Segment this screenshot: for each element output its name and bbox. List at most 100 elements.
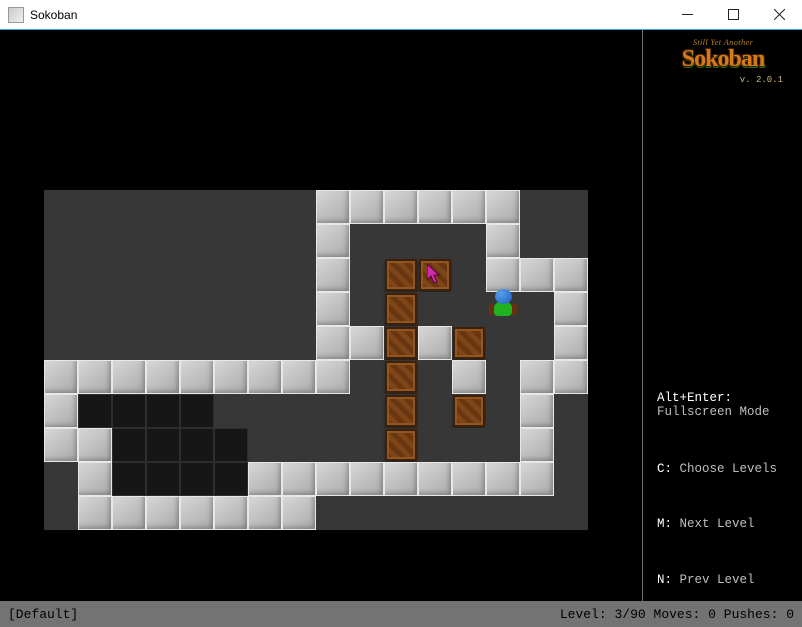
crate bbox=[385, 327, 417, 359]
board-cell bbox=[418, 258, 452, 292]
board-cell bbox=[112, 360, 146, 394]
board-cell bbox=[180, 394, 214, 428]
board-cell bbox=[384, 462, 418, 496]
board-cell bbox=[316, 190, 350, 224]
board-cell bbox=[350, 462, 384, 496]
board-cell bbox=[520, 428, 554, 462]
board-cell bbox=[554, 496, 588, 530]
board-cell bbox=[282, 462, 316, 496]
crate bbox=[385, 293, 417, 325]
board-cell bbox=[44, 292, 78, 326]
board-cell bbox=[112, 496, 146, 530]
board-cell bbox=[520, 224, 554, 258]
board-cell bbox=[520, 496, 554, 530]
board-cell bbox=[418, 428, 452, 462]
board-cell bbox=[214, 326, 248, 360]
help-next-level: M: Next Level bbox=[657, 517, 777, 531]
board-cell bbox=[350, 190, 384, 224]
board-cell bbox=[214, 428, 248, 462]
board-cell bbox=[384, 258, 418, 292]
keyboard-help: Alt+Enter: Fullscreen Mode C: Choose Lev… bbox=[657, 362, 777, 627]
board-cell bbox=[146, 292, 180, 326]
board-cell bbox=[384, 326, 418, 360]
board-cell bbox=[384, 496, 418, 530]
board-cell bbox=[520, 326, 554, 360]
board-cell bbox=[418, 496, 452, 530]
crate bbox=[385, 429, 417, 461]
board-cell bbox=[180, 326, 214, 360]
board-cell bbox=[146, 326, 180, 360]
board-cell bbox=[78, 326, 112, 360]
logo-version: v. 2.0.1 bbox=[657, 75, 789, 85]
game-logo: Still Yet Another Sokoban v. 2.0.1 bbox=[657, 38, 789, 86]
board-cell bbox=[350, 496, 384, 530]
board-cell bbox=[146, 394, 180, 428]
board-cell bbox=[350, 326, 384, 360]
board-cell bbox=[282, 428, 316, 462]
board-cell bbox=[554, 292, 588, 326]
board-cell bbox=[520, 394, 554, 428]
board-cell bbox=[316, 224, 350, 258]
board-cell bbox=[146, 360, 180, 394]
board-cell bbox=[214, 258, 248, 292]
board-cell bbox=[350, 292, 384, 326]
status-bar: [Default] Level: 3/90 Moves: 0 Pushes: 0 bbox=[0, 601, 802, 627]
board-cell bbox=[44, 258, 78, 292]
game-board[interactable] bbox=[44, 190, 588, 530]
board-cell bbox=[384, 394, 418, 428]
board-cell bbox=[486, 462, 520, 496]
board-cell bbox=[180, 496, 214, 530]
board-cell bbox=[554, 190, 588, 224]
maximize-button[interactable] bbox=[710, 0, 756, 30]
board-cell bbox=[282, 292, 316, 326]
board-cell bbox=[282, 190, 316, 224]
board-cell bbox=[44, 428, 78, 462]
board-cell bbox=[146, 224, 180, 258]
board-cell bbox=[146, 462, 180, 496]
board-cell bbox=[146, 190, 180, 224]
minimize-button[interactable] bbox=[664, 0, 710, 30]
board-cell bbox=[248, 190, 282, 224]
board-cell bbox=[112, 428, 146, 462]
player-sprite bbox=[486, 292, 520, 326]
crate bbox=[453, 327, 485, 359]
board-cell bbox=[78, 292, 112, 326]
board-cell bbox=[554, 360, 588, 394]
board-cell bbox=[316, 258, 350, 292]
board-cell bbox=[486, 496, 520, 530]
board-cell bbox=[112, 292, 146, 326]
board-cell bbox=[350, 360, 384, 394]
board-cell bbox=[384, 428, 418, 462]
board-cell bbox=[486, 190, 520, 224]
board-cell bbox=[350, 394, 384, 428]
board-cell bbox=[248, 292, 282, 326]
crate bbox=[453, 395, 485, 427]
logo-title: Sokoban bbox=[657, 46, 789, 74]
board-cell bbox=[418, 292, 452, 326]
board-cell bbox=[452, 190, 486, 224]
board-cell bbox=[486, 326, 520, 360]
board-cell bbox=[384, 360, 418, 394]
board-cell bbox=[44, 224, 78, 258]
board-cell bbox=[486, 428, 520, 462]
board-cell bbox=[44, 496, 78, 530]
close-button[interactable] bbox=[756, 0, 802, 30]
board-cell bbox=[316, 360, 350, 394]
game-area[interactable] bbox=[0, 30, 642, 601]
titlebar: Sokoban bbox=[0, 0, 802, 30]
board-cell bbox=[248, 394, 282, 428]
board-cell bbox=[554, 462, 588, 496]
board-cell bbox=[78, 428, 112, 462]
board-cell bbox=[112, 462, 146, 496]
board-cell bbox=[452, 394, 486, 428]
board-cell bbox=[520, 258, 554, 292]
board-cell bbox=[486, 258, 520, 292]
board-cell bbox=[248, 428, 282, 462]
crate bbox=[385, 395, 417, 427]
crate bbox=[385, 361, 417, 393]
board-cell bbox=[78, 224, 112, 258]
board-cell bbox=[282, 224, 316, 258]
board-cell bbox=[78, 360, 112, 394]
board-cell bbox=[452, 292, 486, 326]
board-cell bbox=[418, 224, 452, 258]
